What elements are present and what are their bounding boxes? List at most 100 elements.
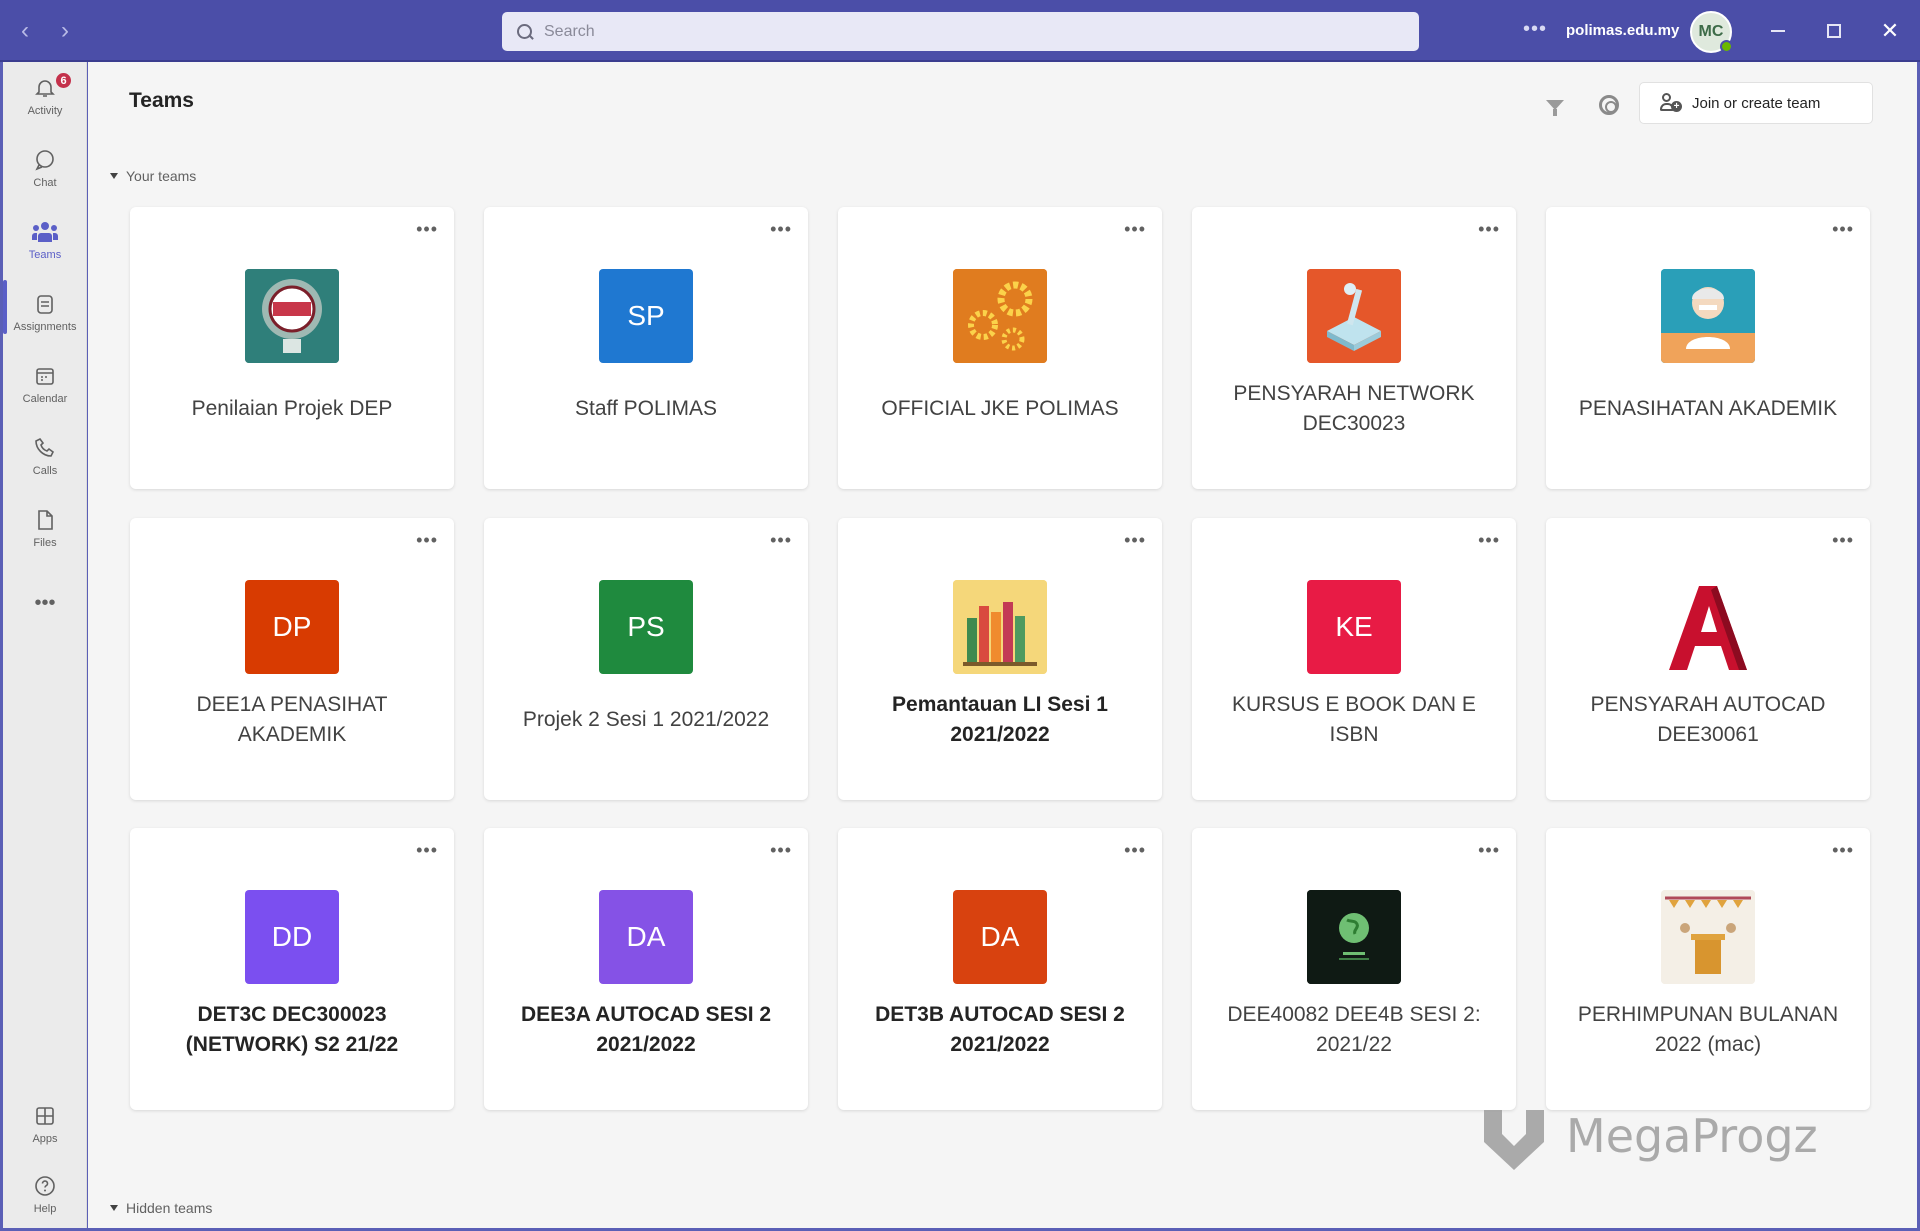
minimize-button[interactable] xyxy=(1760,14,1796,48)
team-card[interactable]: ••• Pemantauan LI Sesi 1 2021/2022 xyxy=(838,518,1162,800)
rail-label: Calls xyxy=(32,465,58,477)
watermark-logo-icon xyxy=(1478,1100,1550,1172)
minimize-icon xyxy=(1771,30,1785,32)
team-card[interactable]: ••• PENSYARAH AUTOCAD DEE30061 xyxy=(1546,518,1870,800)
team-card[interactable]: ••• PERHIMPUNAN BULANAN 2022 (mac) xyxy=(1546,828,1870,1110)
filter-icon xyxy=(1546,100,1564,116)
stage-image xyxy=(1661,890,1755,984)
join-or-create-team-button[interactable]: + Join or create team xyxy=(1639,82,1873,124)
file-icon xyxy=(31,506,59,534)
rail-label: Calendar xyxy=(22,393,68,405)
team-card[interactable]: ••• PENSYARAH NETWORK DEC30023 xyxy=(1192,207,1516,489)
team-card[interactable]: ••• OFFICIAL JKE POLIMAS xyxy=(838,207,1162,489)
rail-item-calendar[interactable]: Calendar xyxy=(3,354,87,420)
card-more-icon[interactable]: ••• xyxy=(1832,219,1854,240)
rail-item-files[interactable]: Files xyxy=(3,498,87,564)
team-card[interactable]: ••• PENASIHATAN AKADEMIK xyxy=(1546,207,1870,489)
maximize-button[interactable] xyxy=(1816,14,1852,48)
team-name: DEE3A AUTOCAD SESI 2 2021/2022 xyxy=(520,1003,772,1056)
rail-item-activity[interactable]: Activity 6 xyxy=(3,66,87,132)
team-card[interactable]: ••• DD DET3C DEC300023 (NETWORK) S2 21/2… xyxy=(130,828,454,1110)
hidden-teams-header[interactable]: Hidden teams xyxy=(110,1200,212,1216)
calendar-icon xyxy=(31,362,59,390)
rail-item-assignments[interactable]: Assignments xyxy=(3,282,87,348)
card-more-icon[interactable]: ••• xyxy=(770,840,792,861)
team-card[interactable]: ••• KE KURSUS E BOOK DAN E ISBN xyxy=(1192,518,1516,800)
team-name: PENSYARAH NETWORK DEC30023 xyxy=(1233,382,1475,435)
card-more-icon[interactable]: ••• xyxy=(1478,840,1500,861)
card-more-icon[interactable]: ••• xyxy=(416,219,438,240)
team-card[interactable]: ••• SP Staff POLIMAS xyxy=(484,207,808,489)
rail-label: Files xyxy=(33,537,57,549)
card-more-icon[interactable]: ••• xyxy=(1478,530,1500,551)
rail-item-calls[interactable]: Calls xyxy=(3,426,87,492)
help-icon xyxy=(31,1172,59,1200)
card-more-icon[interactable]: ••• xyxy=(1832,840,1854,861)
team-name: DET3B AUTOCAD SESI 2 2021/2022 xyxy=(875,1003,1125,1056)
team-avatar-image xyxy=(245,269,339,363)
team-card[interactable]: ••• DA DET3B AUTOCAD SESI 2 2021/2022 xyxy=(838,828,1162,1110)
forward-arrow-icon[interactable]: › xyxy=(54,17,76,44)
org-domain: polimas.edu.my xyxy=(1566,22,1680,39)
gears-image xyxy=(953,269,1047,363)
team-avatar: DA xyxy=(599,890,693,984)
more-options-icon[interactable]: ••• xyxy=(1523,18,1547,41)
close-button[interactable]: ✕ xyxy=(1872,14,1908,48)
teacher-image xyxy=(1661,269,1755,363)
team-name: Staff POLIMAS xyxy=(574,397,717,420)
books-image xyxy=(953,580,1047,674)
team-name: DET3C DEC300023 (NETWORK) S2 21/22 xyxy=(185,1003,399,1056)
card-more-icon[interactable]: ••• xyxy=(416,530,438,551)
card-more-icon[interactable]: ••• xyxy=(770,219,792,240)
page-title: Teams xyxy=(129,89,194,112)
autocad-logo xyxy=(1661,580,1755,674)
team-card[interactable]: ••• DA DEE3A AUTOCAD SESI 2 2021/2022 xyxy=(484,828,808,1110)
card-more-icon[interactable]: ••• xyxy=(770,530,792,551)
search-input[interactable] xyxy=(544,22,1404,41)
team-name: PERHIMPUNAN BULANAN 2022 (mac) xyxy=(1577,1003,1839,1056)
apps-icon xyxy=(31,1102,59,1130)
team-card[interactable]: ••• DEE40082 DEE4B SESI 2: 2021/22 xyxy=(1192,828,1516,1110)
rail-item-chat[interactable]: Chat xyxy=(3,138,87,204)
rail-label: Chat xyxy=(33,177,57,189)
watermark: MegaProgz xyxy=(1478,1100,1818,1172)
rail-label: Apps xyxy=(32,1133,58,1145)
gear-icon xyxy=(1599,95,1619,115)
team-name: DEE40082 DEE4B SESI 2: 2021/22 xyxy=(1227,1003,1481,1056)
filter-button[interactable] xyxy=(1538,88,1572,122)
rail-label: Activity xyxy=(27,105,63,117)
back-arrow-icon[interactable]: ‹ xyxy=(14,17,36,44)
teams-main: Teams + Join or create team Your teams •… xyxy=(88,62,1917,1228)
rail-item-help[interactable]: Help xyxy=(3,1164,87,1230)
team-name: OFFICIAL JKE POLIMAS xyxy=(881,397,1119,420)
more-apps-icon[interactable]: ••• xyxy=(3,592,87,615)
team-card[interactable]: ••• DP DEE1A PENASIHAT AKADEMIK xyxy=(130,518,454,800)
hidden-teams-label: Hidden teams xyxy=(126,1200,213,1216)
team-avatar: DP xyxy=(245,580,339,674)
notification-badge: 6 xyxy=(54,71,73,90)
rail-item-teams[interactable]: Teams xyxy=(3,210,87,276)
team-name: KURSUS E BOOK DAN E ISBN xyxy=(1232,693,1476,746)
caret-down-icon xyxy=(110,173,118,179)
team-name: Pemantauan LI Sesi 1 2021/2022 xyxy=(892,693,1108,746)
title-bar: ‹ › ••• polimas.edu.my MC ✕ xyxy=(0,0,1920,62)
card-more-icon[interactable]: ••• xyxy=(1124,530,1146,551)
card-more-icon[interactable]: ••• xyxy=(1124,840,1146,861)
team-avatar: DA xyxy=(953,890,1047,984)
team-avatar: PS xyxy=(599,580,693,674)
search-box[interactable] xyxy=(502,12,1419,51)
card-more-icon[interactable]: ••• xyxy=(1478,219,1500,240)
card-more-icon[interactable]: ••• xyxy=(416,840,438,861)
team-name: DEE1A PENASIHAT AKADEMIK xyxy=(196,693,388,746)
team-card[interactable]: ••• Penilaian Projek DEP xyxy=(130,207,454,489)
maximize-icon xyxy=(1827,24,1841,38)
joystick-image xyxy=(1307,269,1401,363)
earth-logo xyxy=(1307,890,1401,984)
team-name: Penilaian Projek DEP xyxy=(191,397,393,420)
card-more-icon[interactable]: ••• xyxy=(1832,530,1854,551)
your-teams-header[interactable]: Your teams xyxy=(110,168,196,184)
settings-button[interactable] xyxy=(1590,86,1628,124)
team-card[interactable]: ••• PS Projek 2 Sesi 1 2021/2022 xyxy=(484,518,808,800)
rail-item-apps[interactable]: Apps xyxy=(3,1094,87,1160)
card-more-icon[interactable]: ••• xyxy=(1124,219,1146,240)
